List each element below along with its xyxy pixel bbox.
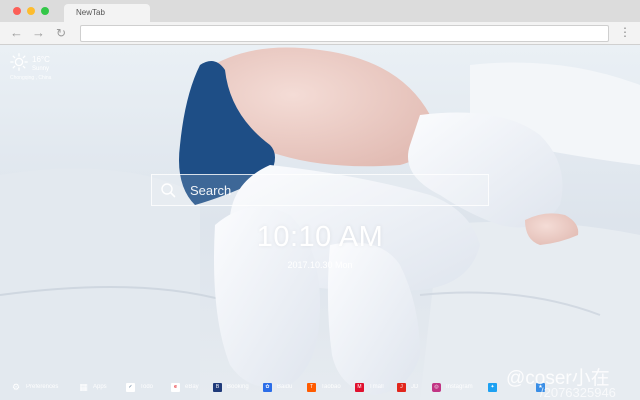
baidu-link[interactable]: ✿ Baidu: [263, 380, 292, 394]
tab-title: NewTab: [76, 8, 105, 17]
taobao-label: Taobao: [321, 384, 341, 390]
ebay-icon: e: [171, 382, 180, 392]
menu-icon[interactable]: ⋮: [619, 25, 631, 39]
tab-bar: NewTab: [0, 0, 640, 22]
weather-condition: Sunny: [32, 66, 50, 72]
instagram-icon: ◎: [432, 382, 441, 392]
clock-date: 2017.10.30 Mon: [287, 260, 353, 270]
tmall-link[interactable]: M Tmall: [355, 380, 384, 394]
booking-link[interactable]: B Booking: [213, 380, 249, 394]
weather-location: Chongqing , China: [10, 75, 52, 81]
ebay-label: eBay: [185, 384, 199, 390]
tab-newtab[interactable]: NewTab: [64, 4, 150, 22]
instagram-link[interactable]: ◎ Instagram: [432, 380, 473, 394]
ebay-link[interactable]: e eBay: [171, 380, 199, 394]
jd-link[interactable]: J JD: [397, 380, 418, 394]
taobao-link[interactable]: T Taobao: [307, 380, 341, 394]
search-icon[interactable]: [160, 182, 176, 198]
apps-label: Apps: [93, 384, 107, 390]
maximize-window-button[interactable]: [41, 7, 49, 15]
sun-icon: [10, 53, 28, 71]
baidu-label: Baidu: [277, 384, 293, 390]
reload-icon[interactable]: ↻: [56, 25, 66, 41]
twitter-link[interactable]: ✦: [488, 380, 502, 394]
booking-icon: B: [213, 382, 222, 392]
twitter-icon: ✦: [488, 382, 497, 392]
baidu-icon: ✿: [263, 382, 272, 392]
tmall-label: Tmall: [369, 384, 384, 390]
jd-label: JD: [411, 384, 419, 390]
apps-icon: ▦: [79, 382, 88, 392]
watermark-id: /2076325946: [540, 385, 616, 400]
forward-arrow-icon[interactable]: →: [32, 25, 45, 41]
close-window-button[interactable]: [13, 7, 21, 15]
clock-time: 10:10 AM: [256, 221, 384, 253]
taobao-icon: T: [307, 382, 316, 392]
todo-label: Todo: [140, 384, 154, 390]
search-input[interactable]: [188, 179, 482, 201]
browser-toolbar: ← → ↻ ⋮: [0, 22, 640, 45]
gear-icon: ⚙: [11, 382, 21, 392]
instagram-label: Instagram: [446, 384, 473, 390]
weather-temperature: 16°C: [32, 55, 50, 64]
todo-icon: ✓: [126, 382, 135, 392]
preferences-label: Preferences: [26, 384, 59, 390]
apps-link[interactable]: ▦ Apps: [79, 380, 107, 394]
tmall-icon: M: [355, 382, 364, 392]
booking-label: Booking: [227, 384, 249, 390]
minimize-window-button[interactable]: [27, 7, 35, 15]
back-arrow-icon[interactable]: ←: [10, 25, 23, 41]
todo-link[interactable]: ✓ Todo: [126, 380, 153, 394]
address-bar[interactable]: [80, 25, 609, 42]
search-box[interactable]: [151, 174, 489, 206]
preferences-link[interactable]: ⚙ Preferences: [11, 380, 58, 394]
newtab-page: 16°C Sunny Chongqing , China 10:10 AM 20…: [0, 45, 640, 400]
jd-icon: J: [397, 382, 406, 392]
